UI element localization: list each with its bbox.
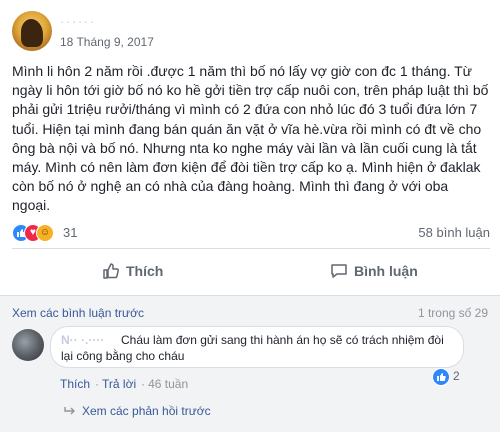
like-button[interactable]: Thích bbox=[102, 251, 163, 291]
facebook-post: · · · · · · 18 Tháng 9, 2017 Mình li hôn… bbox=[0, 0, 500, 432]
action-bar: Thích Bình luận bbox=[12, 251, 490, 291]
comment-button[interactable]: Bình luận bbox=[330, 251, 418, 291]
comment-reaction-count: 2 bbox=[453, 369, 460, 383]
author-name[interactable]: · · · · · · bbox=[60, 14, 130, 29]
reaction-summary: ♥ ☺ 31 58 bình luận bbox=[12, 222, 490, 244]
avatar-silhouette bbox=[21, 19, 43, 47]
post-date[interactable]: 18 Tháng 9, 2017 bbox=[60, 35, 154, 49]
comment-text: Cháu làm đơn gửi sang thi hành án họ sẽ … bbox=[61, 333, 444, 363]
reaction-count[interactable]: 31 bbox=[63, 225, 77, 240]
comments-count[interactable]: 58 bình luận bbox=[418, 225, 490, 240]
separator-dot: · bbox=[141, 377, 146, 391]
comment-bubble: N·· ·.···· Cháu làm đơn gửi sang thi hàn… bbox=[50, 326, 464, 368]
comment-actions: Thích · Trả lời · 46 tuần bbox=[60, 377, 190, 391]
comment-button-label: Bình luận bbox=[354, 263, 418, 279]
divider bbox=[12, 248, 490, 249]
haha-icon: ☺ bbox=[36, 224, 54, 242]
comment-icon bbox=[331, 264, 347, 278]
commenter-avatar[interactable] bbox=[12, 329, 44, 361]
view-previous-comments-link[interactable]: Xem các bình luận trước bbox=[12, 306, 144, 320]
comments-page-count: 1 trong số 29 bbox=[417, 306, 488, 320]
thumbs-up-icon bbox=[103, 263, 119, 279]
comment-time[interactable]: 46 tuần bbox=[148, 377, 188, 391]
view-replies-link[interactable]: Xem các phản hồi trước bbox=[64, 404, 211, 418]
author-avatar[interactable] bbox=[12, 11, 52, 51]
like-icon bbox=[432, 368, 450, 386]
like-button-label: Thích bbox=[126, 263, 164, 279]
reply-arrow-icon bbox=[64, 407, 75, 415]
comment-reply-link[interactable]: Trả lời bbox=[102, 377, 136, 391]
comment-like-link[interactable]: Thích bbox=[60, 377, 90, 391]
post-text: Mình li hôn 2 năm rồi .được 1 năm thì bố… bbox=[12, 63, 489, 214]
comments-section: Xem các bình luận trước 1 trong số 29 N·… bbox=[0, 296, 500, 432]
view-replies-label: Xem các phản hồi trước bbox=[82, 404, 211, 418]
separator-dot: · bbox=[95, 377, 100, 391]
